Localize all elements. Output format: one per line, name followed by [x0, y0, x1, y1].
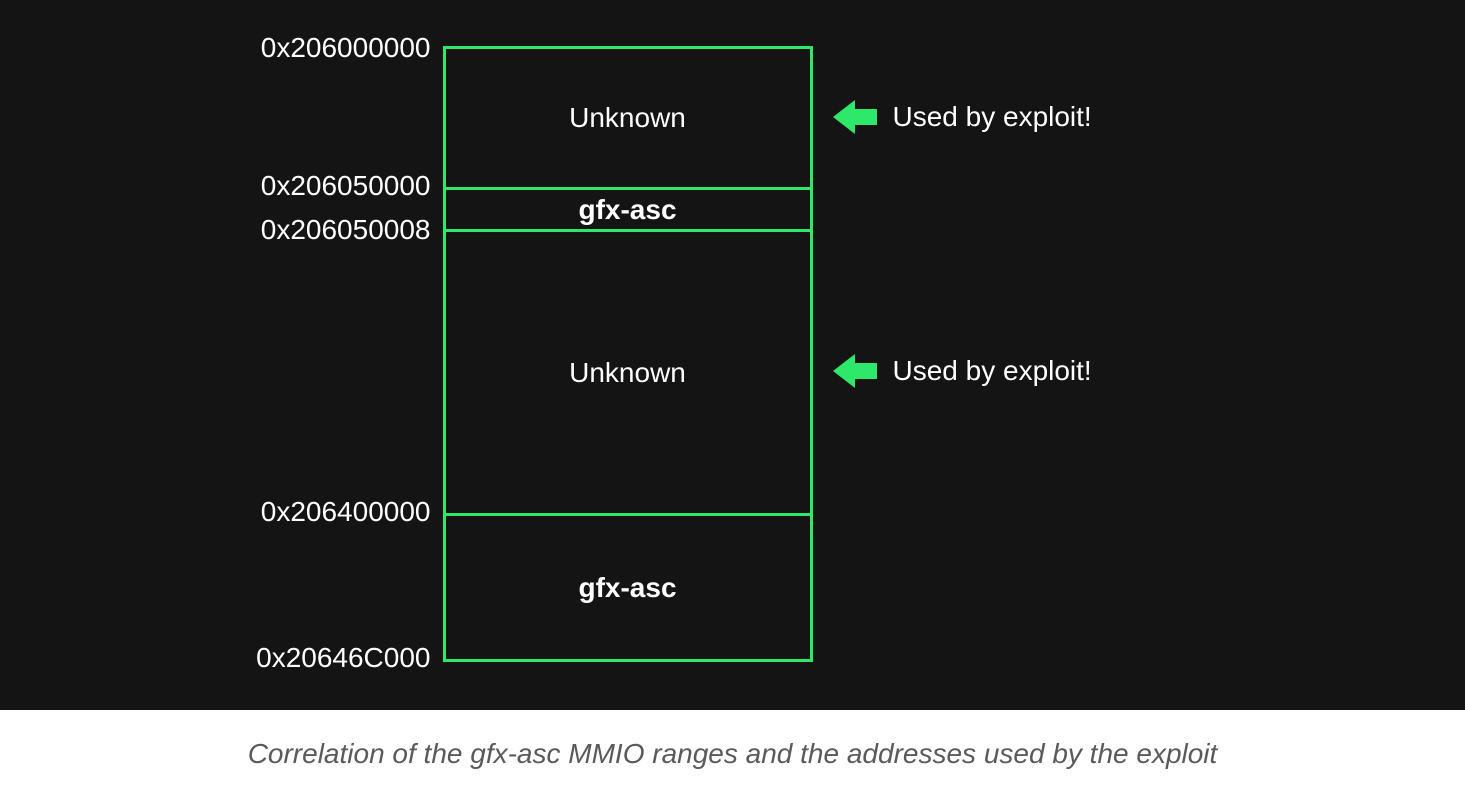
- diagram-inner: 0x206000000 0x206050000 0x206050008 0x20…: [183, 28, 1283, 674]
- region-unknown: Unknown: [446, 229, 810, 513]
- figure: 0x206000000 0x206050000 0x206050008 0x20…: [0, 0, 1465, 790]
- annotation-used-by-exploit: Used by exploit!: [833, 100, 1092, 134]
- address-label: 0x206400000: [261, 498, 443, 526]
- region-unknown: Unknown: [446, 49, 810, 187]
- annotation-used-by-exploit: Used by exploit!: [833, 354, 1092, 388]
- address-label: 0x20646C000: [256, 644, 442, 672]
- figure-caption: Correlation of the gfx-asc MMIO ranges a…: [0, 710, 1465, 790]
- arrow-left-icon: [833, 354, 877, 388]
- address-label: 0x206050000: [261, 172, 443, 200]
- address-label: 0x206000000: [261, 34, 443, 62]
- diagram-panel: 0x206000000 0x206050000 0x206050008 0x20…: [0, 0, 1465, 710]
- annotation-text: Used by exploit!: [893, 355, 1092, 387]
- address-label: 0x206050008: [261, 216, 443, 244]
- arrow-left-icon: [833, 100, 877, 134]
- region-gfx-asc: gfx-asc: [446, 513, 810, 659]
- region-gfx-asc: gfx-asc: [446, 187, 810, 229]
- memory-map: Unknown gfx-asc Unknown gfx-asc: [443, 46, 813, 662]
- annotation-text: Used by exploit!: [893, 101, 1092, 133]
